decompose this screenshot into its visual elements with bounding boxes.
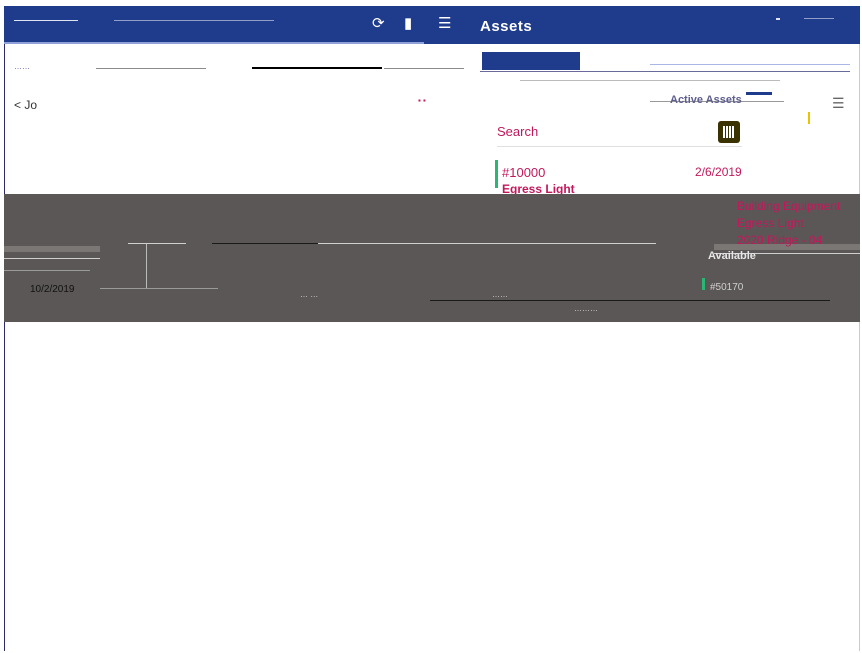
overlay-dots: … … xyxy=(300,290,319,299)
overlay-line xyxy=(100,288,218,289)
bar-line xyxy=(804,18,834,19)
asset-type: Egress Light xyxy=(737,216,804,230)
top-app-bar xyxy=(4,6,860,44)
title-accent xyxy=(746,92,772,95)
overlay-line xyxy=(4,270,90,271)
tab-active-assets[interactable] xyxy=(482,52,580,70)
left-divider xyxy=(384,68,464,69)
record-date: 10/2/2019 xyxy=(30,284,75,295)
status-indicator xyxy=(702,278,705,290)
barcode-scan-button[interactable] xyxy=(718,121,740,143)
left-divider xyxy=(96,68,206,69)
bar-line xyxy=(14,20,78,21)
title-marker xyxy=(808,112,810,124)
barcode-icon xyxy=(723,126,735,138)
asset-id[interactable]: #50170 xyxy=(710,282,743,293)
status-badge: Available xyxy=(708,250,756,262)
asset-date: 2/6/2019 xyxy=(695,165,742,179)
asset-category: Building Equipment xyxy=(737,199,841,213)
bar-dot xyxy=(776,18,780,20)
overlay-line xyxy=(128,243,186,244)
overlay-dots: ……… xyxy=(574,304,598,313)
overlay-divider xyxy=(146,244,147,288)
overlay-dots: …… xyxy=(492,290,508,299)
tab-underline xyxy=(650,64,850,65)
overlay-line xyxy=(430,300,830,301)
bell-icon[interactable]: ▮ xyxy=(404,16,412,31)
left-caption-dots: …… xyxy=(14,62,30,71)
overlay-line xyxy=(318,243,656,244)
left-divider xyxy=(252,67,382,69)
filter-icon[interactable]: ☰ xyxy=(832,95,845,112)
status-indicator xyxy=(495,160,498,188)
sync-icon[interactable]: ⟳ xyxy=(372,16,385,31)
tab-sub-line xyxy=(520,80,780,81)
search-input[interactable]: Search xyxy=(497,124,538,139)
asset-id[interactable]: #10000 xyxy=(502,165,545,180)
list-title: Active Assets xyxy=(670,94,742,106)
tab-underline xyxy=(480,71,850,72)
bar-line xyxy=(114,20,274,21)
bar-line xyxy=(4,42,424,44)
search-underline xyxy=(497,146,742,147)
overlay-line xyxy=(212,243,318,244)
overlay-line xyxy=(4,258,100,259)
menu-icon[interactable]: ☰ xyxy=(438,16,451,31)
overlay-block xyxy=(4,246,100,252)
left-accent-mark: ▪ ▪ xyxy=(418,96,426,105)
page-title: Assets xyxy=(480,18,533,35)
asset-location: 2020 Ridge - 04 xyxy=(737,233,823,247)
back-link[interactable]: < Jo xyxy=(14,98,37,112)
